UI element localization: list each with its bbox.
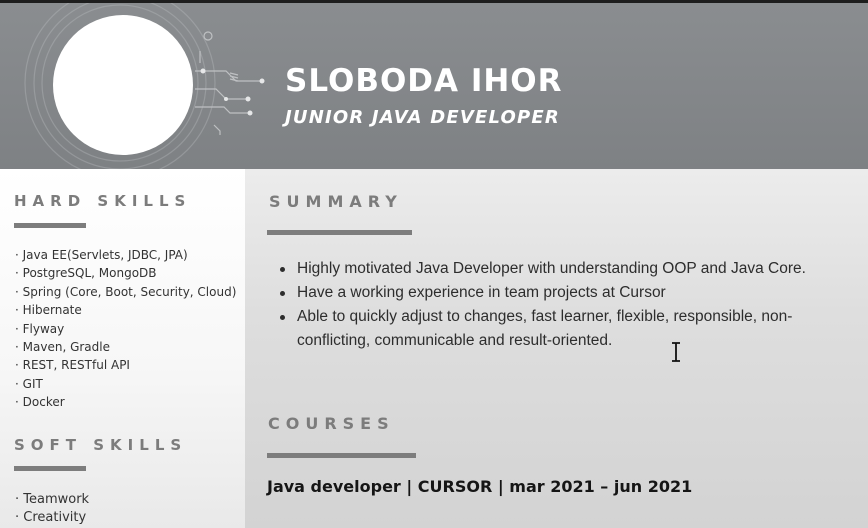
course-entry: Java developer | CURSOR | mar 2021 – jun… (267, 477, 693, 496)
hard-skills-rule (14, 223, 86, 228)
candidate-role: JUNIOR JAVA DEVELOPER (285, 107, 560, 128)
list-item: Docker (15, 393, 236, 411)
list-item: Have a working experience in team projec… (280, 281, 862, 305)
soft-skills-list: Teamwork Creativity (15, 491, 89, 528)
list-item: Java EE(Servlets, JDBC, JPA) (15, 246, 236, 264)
hard-skills-title: HARD SKILLS (14, 192, 192, 210)
courses-rule (267, 453, 416, 458)
list-item: Highly motivated Java Developer with und… (280, 257, 862, 281)
summary-title: SUMMARY (269, 192, 403, 211)
list-item: Flyway (15, 320, 236, 338)
soft-skills-rule (14, 466, 86, 471)
soft-skills-title: SOFT SKILLS (14, 436, 188, 454)
summary-list: Highly motivated Java Developer with und… (280, 257, 862, 353)
list-item: GIT (15, 375, 236, 393)
list-item: Spring (Core, Boot, Security, Cloud) (15, 283, 237, 301)
list-item: Creativity (15, 509, 89, 527)
list-item: Teamwork (15, 491, 89, 509)
summary-rule (267, 230, 412, 235)
list-item: PostgreSQL, MongoDB (15, 264, 236, 282)
profile-photo-placeholder (53, 15, 193, 155)
hard-skills-list: Java EE(Servlets, JDBC, JPA) PostgreSQL,… (15, 246, 237, 412)
list-item: Hibernate (15, 301, 236, 319)
resume-header: SLOBODA IHOR JUNIOR JAVA DEVELOPER (0, 3, 868, 169)
list-item: Maven, Gradle (15, 338, 236, 356)
list-item: REST, RESTful API (15, 356, 236, 374)
text-cursor-icon (672, 342, 680, 362)
candidate-name: SLOBODA IHOR (285, 63, 563, 99)
courses-title: COURSES (268, 414, 395, 433)
list-item: Able to quickly adjust to changes, fast … (280, 305, 862, 353)
